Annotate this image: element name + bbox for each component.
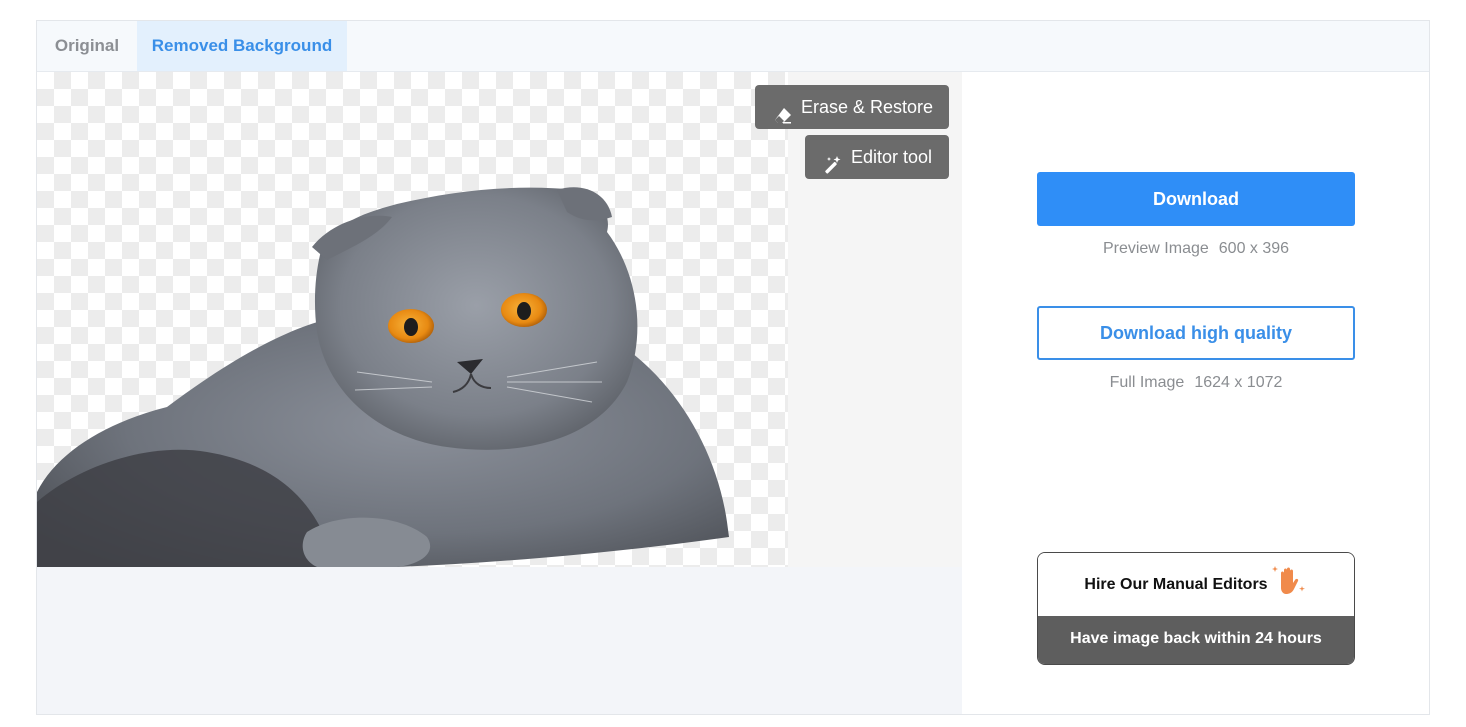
waving-hand-icon xyxy=(1271,564,1308,596)
erase-restore-button[interactable]: Erase & Restore xyxy=(755,85,949,129)
editor-tool-label: Editor tool xyxy=(851,147,933,167)
full-image-size: 1624 x 1072 xyxy=(1194,374,1283,391)
hire-editors-subtitle: Have image back within 24 hours xyxy=(1038,616,1354,664)
download-button[interactable]: Download xyxy=(1037,172,1355,226)
preview-image-label: Preview Image xyxy=(1102,240,1209,257)
hire-editors-header: Hire Our Manual Editors xyxy=(1038,553,1354,616)
erase-restore-label: Erase & Restore xyxy=(801,97,934,117)
download-panel: Download Preview Image 600 x 396 Download… xyxy=(962,72,1429,714)
cat-cutout-image xyxy=(37,187,729,567)
transparent-canvas xyxy=(37,72,788,567)
download-high-quality-button[interactable]: Download high quality xyxy=(1037,306,1355,360)
hire-editors-title: Hire Our Manual Editors xyxy=(1084,575,1268,593)
full-image-label: Full Image xyxy=(1109,374,1185,391)
tab-bar: Original Removed Background xyxy=(37,21,1429,72)
tab-removed-background[interactable]: Removed Background xyxy=(137,21,347,71)
eraser-icon xyxy=(773,97,793,124)
preview-pane: Erase & Restore Editor tool xyxy=(37,72,962,714)
editor-tool-button[interactable]: Editor tool xyxy=(805,135,949,179)
result-card: Original Removed Background Erase & Rest… xyxy=(36,20,1430,715)
tab-original[interactable]: Original xyxy=(37,21,137,71)
full-image-info: Full Image 1624 x 1072 xyxy=(1037,374,1355,392)
preview-image-info: Preview Image 600 x 396 xyxy=(1037,240,1355,258)
magic-wand-icon xyxy=(823,147,843,174)
preview-image-size: 600 x 396 xyxy=(1218,240,1290,257)
hire-editors-card[interactable]: Hire Our Manual Editors Have image back … xyxy=(1037,552,1355,665)
